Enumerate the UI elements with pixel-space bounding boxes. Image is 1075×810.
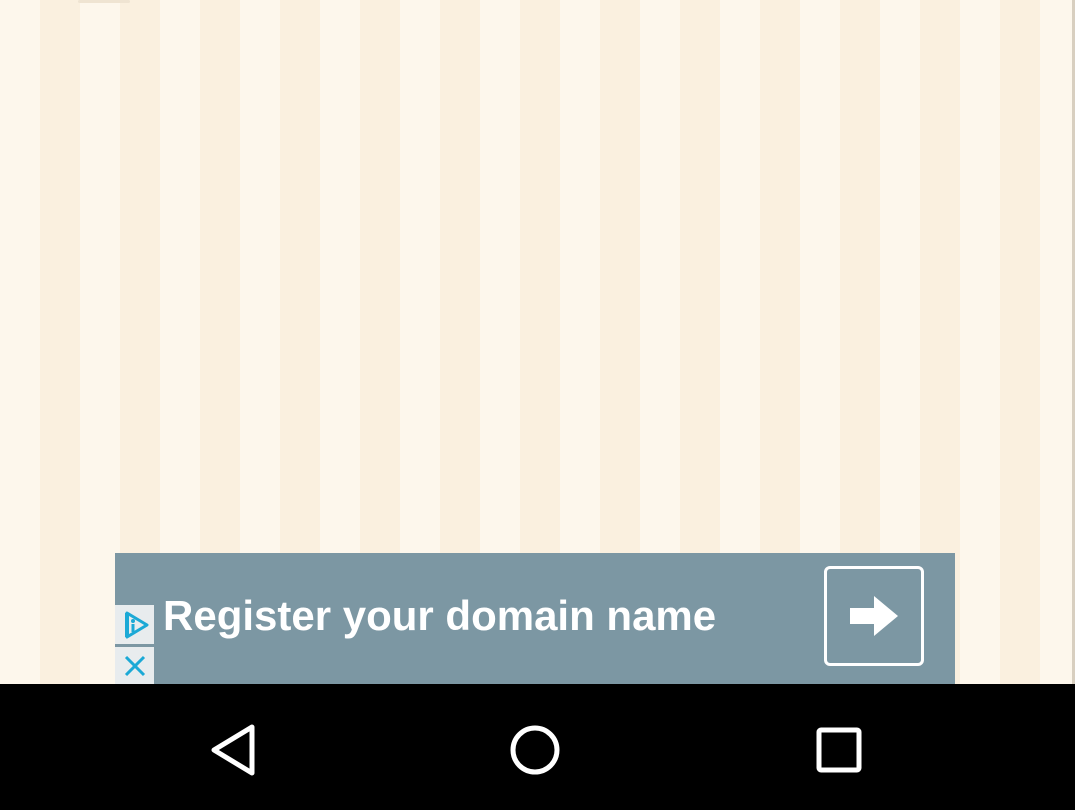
ad-text[interactable]: Register your domain name — [163, 591, 716, 641]
ad-banner[interactable]: Register your domain name — [115, 553, 955, 684]
home-circle-icon — [510, 725, 560, 775]
back-button[interactable] — [203, 720, 263, 780]
top-edge-hint — [78, 0, 130, 3]
system-navigation-bar — [0, 684, 1075, 810]
home-button[interactable] — [505, 720, 565, 780]
screen: Register your domain name — [0, 0, 1075, 810]
recents-square-icon — [816, 727, 862, 773]
app-content-area: Register your domain name — [0, 0, 1075, 684]
ad-open-button[interactable] — [824, 566, 924, 666]
back-triangle-icon — [211, 724, 255, 776]
ad-choices-icon[interactable] — [115, 605, 154, 644]
close-icon — [124, 655, 145, 676]
ad-close-button[interactable] — [115, 647, 154, 684]
arrow-right-icon — [850, 596, 898, 636]
play-triangle-icon — [124, 611, 148, 638]
recents-button[interactable] — [809, 720, 869, 780]
